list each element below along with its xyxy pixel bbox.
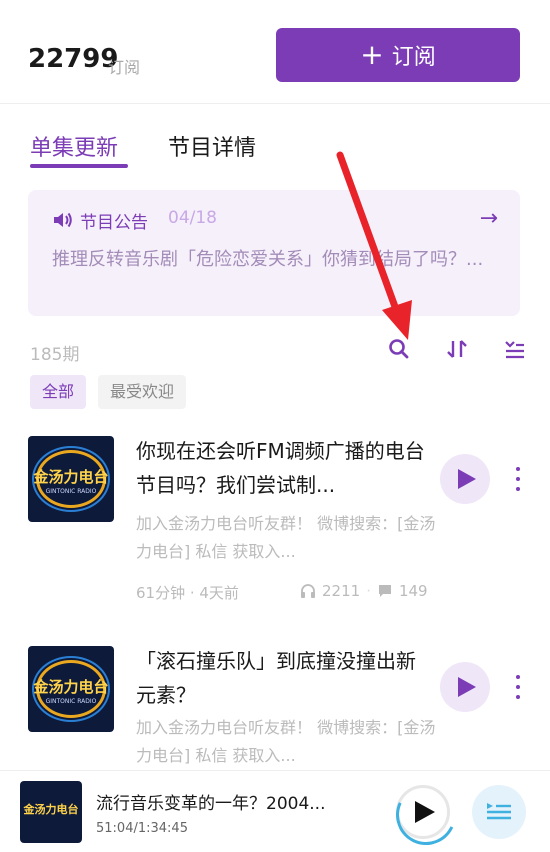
filter-list-icon[interactable] (502, 336, 528, 362)
player-play-button[interactable] (396, 785, 450, 839)
active-tab-indicator (30, 164, 128, 168)
play-icon (458, 469, 476, 489)
cover-title: 金汤力电台 (33, 678, 109, 696)
subscriber-label: 订阅 (108, 58, 141, 77)
announcement-title: 节目公告 (80, 213, 148, 233)
episode-duration-date: 61分钟 · 4天前 (136, 584, 239, 602)
subscribe-button[interactable]: + 订阅 (276, 28, 520, 82)
player-time: 51:04/1:34:45 (96, 821, 188, 836)
comment-icon (378, 585, 391, 597)
announcement-card[interactable]: 节目公告 04/18 → 推理反转音乐剧「危险恋爱关系」你猜到结局了吗？... (28, 190, 520, 316)
more-options-button[interactable] (508, 464, 528, 494)
player-cover: 金汤力电台 (20, 781, 82, 843)
speaker-icon (54, 212, 72, 228)
subscriber-count: 22799 (28, 44, 119, 74)
stats-dot: · (366, 582, 371, 600)
sort-icon[interactable] (444, 336, 470, 362)
play-button[interactable] (440, 454, 490, 504)
mini-player[interactable]: 金汤力电台 流行音乐变革的一年？2004... 51:04/1:34:45 (0, 770, 550, 852)
episode-description: 加入金汤力电台听友群！ 微博搜索：[金汤力电台] 私信 获取入... (136, 718, 436, 765)
play-icon (415, 801, 435, 823)
plus-icon: + (360, 38, 384, 71)
more-options-button[interactable] (508, 672, 528, 702)
cover-subtitle: GINTONIC RADIO (45, 698, 97, 705)
headphones-icon (301, 584, 315, 598)
filter-all[interactable]: 全部 (30, 375, 87, 409)
episode-count: 185期 (30, 345, 80, 365)
podcast-page: 22799 订阅 + 订阅 单集更新 节目详情 节目公告 04/18 → 推理反… (0, 0, 550, 852)
cover-title: 金汤力电台 (23, 803, 79, 816)
episode-cover: 金汤力电台 GINTONIC RADIO (28, 646, 114, 732)
episode-stats: 2211 · 149 (300, 582, 428, 600)
comment-count: 149 (398, 582, 428, 600)
playlist-button[interactable] (472, 785, 526, 839)
annotation-arrow (336, 151, 412, 340)
tab-details[interactable]: 节目详情 (168, 130, 256, 162)
play-button[interactable] (440, 662, 490, 712)
play-icon (458, 677, 476, 697)
announcement-text: 推理反转音乐剧「危险恋爱关系」你猜到结局了吗？... (52, 249, 484, 270)
episode-description: 加入金汤力电台听友群！ 微博搜索：[金汤力电台] 私信 获取入... (136, 514, 436, 561)
arrow-right-icon[interactable]: → (480, 206, 498, 231)
cover-subtitle: GINTONIC RADIO (45, 488, 97, 495)
episode-cover: 金汤力电台 GINTONIC RADIO (28, 436, 114, 522)
playlist-icon (487, 803, 511, 820)
episode-title: 「滚石撞乐队」到底撞没撞出新元素？ (136, 649, 416, 707)
cover-title: 金汤力电台 (33, 468, 109, 486)
filter-most-popular[interactable]: 最受欢迎 (98, 375, 187, 409)
player-title: 流行音乐变革的一年？2004... (96, 794, 326, 814)
play-count: 2211 (322, 582, 361, 600)
subscribe-button-label: 订阅 (391, 45, 436, 70)
episode-title: 你现在还会听FM调频广播的电台节目吗？我们尝试制... (136, 439, 425, 497)
tab-episodes[interactable]: 单集更新 (30, 130, 118, 162)
announcement-date: 04/18 (168, 208, 217, 228)
header-divider (0, 103, 550, 104)
